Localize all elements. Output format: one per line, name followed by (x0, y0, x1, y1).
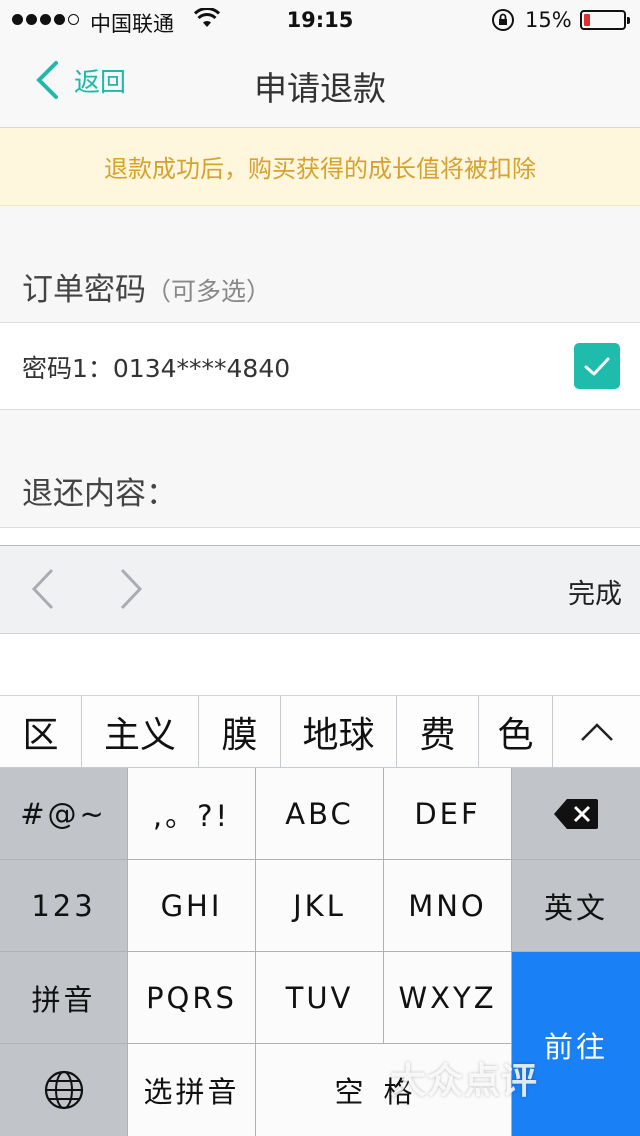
candidate-item[interactable]: 费 (397, 696, 479, 768)
key-punctuation[interactable]: ,。?! (128, 768, 256, 860)
candidate-bar: 区 主义 膜 地球 费 色 (0, 696, 640, 768)
prev-chevron-icon[interactable] (28, 566, 58, 612)
refund-content-label: 退还内容： (22, 476, 177, 512)
battery-icon (580, 10, 630, 30)
keyboard-accessory-bar: 完成 (0, 545, 640, 634)
notice-banner: 退款成功后，购买获得的成长值将被扣除 (0, 128, 640, 206)
key-pqrs[interactable]: PQRS (128, 952, 256, 1044)
chevron-up-icon (580, 723, 613, 741)
order-code-label: 订单密码 (22, 272, 146, 308)
expand-candidates-button[interactable] (553, 696, 640, 768)
go-key[interactable]: 前往 (512, 952, 640, 1136)
key-def[interactable]: DEF (384, 768, 512, 860)
key-mno[interactable]: MNO (384, 860, 512, 952)
candidate-item[interactable]: 色 (479, 696, 553, 768)
key-jkl[interactable]: JKL (256, 860, 384, 952)
done-button[interactable]: 完成 (568, 572, 622, 611)
candidate-item[interactable]: 膜 (199, 696, 281, 768)
delete-key[interactable] (512, 768, 640, 860)
order-code-row[interactable]: 密码1：0134****4840 (0, 322, 640, 410)
orientation-lock-icon (492, 9, 514, 31)
key-wxyz[interactable]: WXYZ (384, 952, 512, 1044)
notice-text: 退款成功后，购买获得的成长值将被扣除 (104, 155, 536, 183)
battery-percent: 15% (525, 8, 572, 32)
candidate-item[interactable]: 区 (0, 696, 82, 768)
candidate-item[interactable]: 主义 (82, 696, 199, 768)
watermark: 大众点评 (390, 1061, 539, 1102)
order-code-hint: （可多选） (146, 277, 272, 306)
key-pinyin[interactable]: 拼音 (0, 952, 128, 1044)
key-english[interactable]: 英文 (512, 860, 640, 952)
globe-key[interactable] (0, 1044, 128, 1136)
key-tuv[interactable]: TUV (256, 952, 384, 1044)
key-123[interactable]: 123 (0, 860, 128, 952)
input-preview-strip (0, 634, 640, 696)
key-ghi[interactable]: GHI (128, 860, 256, 952)
backspace-icon (554, 798, 598, 829)
page-title: 申请退款 (254, 69, 386, 108)
key-select-pinyin[interactable]: 选拼音 (128, 1044, 256, 1136)
order-code-item-label: 密码1：0134****4840 (22, 354, 291, 383)
keyboard: #@~ ,。?! ABC DEF 123 GHI JKL MNO 英文 拼音 P… (0, 768, 640, 1136)
key-abc[interactable]: ABC (256, 768, 384, 860)
order-code-checkbox[interactable] (574, 343, 620, 389)
candidate-item[interactable]: 地球 (281, 696, 397, 768)
refund-content-row[interactable] (0, 527, 640, 545)
navigation-bar: 返回 申请退款 (0, 40, 640, 128)
checkmark-icon (584, 357, 610, 376)
next-chevron-icon[interactable] (116, 566, 146, 612)
order-code-heading: 订单密码（可多选） (22, 264, 271, 309)
globe-icon (44, 1070, 83, 1110)
status-bar: 中国联通 19:15 15% (0, 0, 640, 40)
key-symbols[interactable]: #@~ (0, 768, 128, 860)
